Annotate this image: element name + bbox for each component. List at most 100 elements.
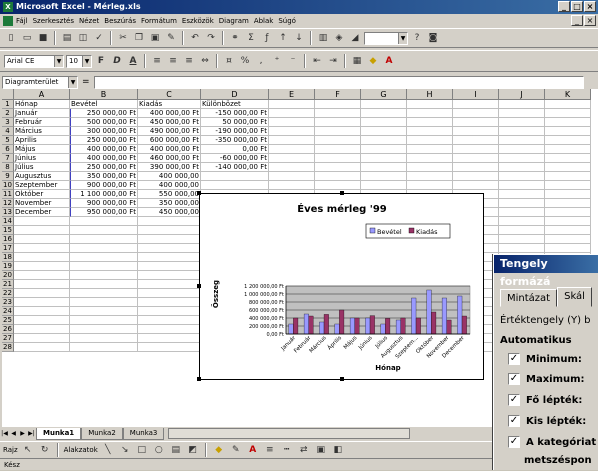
menu-file[interactable]: Fájl — [16, 17, 28, 25]
tab-pattern[interactable]: Mintázat — [500, 289, 558, 307]
table-cell[interactable] — [545, 136, 591, 145]
table-cell[interactable] — [453, 127, 499, 136]
table-cell[interactable] — [499, 208, 545, 217]
office-assistant-icon[interactable]: ◙ — [426, 31, 440, 45]
line-color-icon[interactable]: ✎ — [229, 443, 243, 457]
formula-equals-icon[interactable]: = — [82, 77, 90, 87]
resize-handle[interactable] — [197, 191, 201, 195]
open-icon[interactable]: ▭ — [20, 31, 34, 45]
table-cell[interactable] — [407, 172, 453, 181]
redo-icon[interactable]: ↷ — [204, 31, 218, 45]
table-cell[interactable] — [70, 217, 138, 226]
table-cell[interactable] — [70, 262, 138, 271]
excel-icon[interactable]: X — [3, 2, 13, 12]
table-cell[interactable] — [315, 145, 361, 154]
map-icon[interactable]: ◈ — [332, 31, 346, 45]
table-cell[interactable]: Október — [14, 190, 70, 199]
row-header[interactable]: 21 — [2, 280, 14, 289]
table-cell[interactable] — [315, 127, 361, 136]
table-cell[interactable]: Április — [14, 136, 70, 145]
fill-color-icon[interactable]: ◆ — [366, 54, 380, 68]
shadow-icon[interactable]: ▣ — [314, 443, 328, 457]
workbook-icon[interactable] — [3, 16, 13, 26]
table-cell[interactable] — [361, 118, 407, 127]
table-cell[interactable]: 250 000,00 Ft — [70, 109, 138, 118]
table-cell[interactable] — [407, 181, 453, 190]
table-cell[interactable] — [545, 190, 591, 199]
sort-desc-icon[interactable]: ↓ — [292, 31, 306, 45]
table-cell[interactable]: 300 000,00 Ft — [70, 127, 138, 136]
table-cell[interactable]: Március — [14, 127, 70, 136]
close-button[interactable]: × — [584, 1, 596, 12]
maximum-checkbox[interactable]: ✓ Maximum: — [508, 373, 585, 385]
table-cell[interactable] — [315, 100, 361, 109]
table-cell[interactable] — [70, 280, 138, 289]
table-cell[interactable]: Hónap — [14, 100, 70, 109]
table-cell[interactable] — [545, 118, 591, 127]
table-cell[interactable] — [499, 217, 545, 226]
table-cell[interactable]: Különbözet — [201, 100, 269, 109]
table-cell[interactable] — [14, 334, 70, 343]
table-cell[interactable] — [269, 109, 315, 118]
table-cell[interactable] — [269, 100, 315, 109]
table-cell[interactable] — [14, 244, 70, 253]
table-cell[interactable] — [269, 181, 315, 190]
rectangle-icon[interactable]: □ — [135, 443, 149, 457]
table-cell[interactable] — [14, 280, 70, 289]
table-cell[interactable] — [70, 289, 138, 298]
table-cell[interactable] — [407, 109, 453, 118]
line-icon[interactable]: ╲ — [101, 443, 115, 457]
table-cell[interactable] — [14, 217, 70, 226]
table-cell[interactable] — [407, 118, 453, 127]
table-cell[interactable] — [499, 145, 545, 154]
category-crosses-checkbox[interactable]: ✓ A kategóriat — [508, 436, 596, 448]
arrow-style-icon[interactable]: ⇄ — [297, 443, 311, 457]
row-header[interactable]: 9 — [2, 172, 14, 181]
row-header[interactable]: 26 — [2, 325, 14, 334]
increase-decimal-icon[interactable]: ⁺ — [270, 54, 284, 68]
table-cell[interactable] — [499, 172, 545, 181]
table-cell[interactable]: -150 000,00 Ft — [201, 109, 269, 118]
table-cell[interactable] — [545, 208, 591, 217]
row-header[interactable]: 27 — [2, 334, 14, 343]
table-cell[interactable] — [499, 181, 545, 190]
table-cell[interactable]: -60 000,00 Ft — [201, 154, 269, 163]
table-cell[interactable] — [70, 226, 138, 235]
table-cell[interactable]: Május — [14, 145, 70, 154]
table-cell[interactable] — [14, 226, 70, 235]
table-cell[interactable] — [499, 244, 545, 253]
table-cell[interactable] — [14, 289, 70, 298]
table-cell[interactable] — [499, 235, 545, 244]
table-cell[interactable] — [14, 298, 70, 307]
resize-handle[interactable] — [197, 284, 201, 288]
formula-input[interactable] — [93, 75, 584, 89]
table-cell[interactable] — [407, 127, 453, 136]
font-color-icon[interactable]: A — [382, 54, 396, 68]
table-cell[interactable] — [70, 343, 138, 352]
zoom-select[interactable]: ▼ — [364, 31, 408, 45]
menu-insert[interactable]: Beszúrás — [104, 17, 136, 25]
menu-format[interactable]: Formátum — [141, 17, 177, 25]
free-rotate-icon[interactable]: ↻ — [38, 443, 52, 457]
resize-handle[interactable] — [197, 377, 201, 381]
font-size-select[interactable]: 10 ▼ — [66, 54, 92, 68]
table-cell[interactable] — [70, 307, 138, 316]
table-cell[interactable] — [361, 109, 407, 118]
sheet-tab-munka1[interactable]: Munka1 — [36, 427, 82, 440]
table-cell[interactable]: 350 000,00 Ft — [70, 172, 138, 181]
table-cell[interactable] — [453, 100, 499, 109]
paste-icon[interactable]: ▣ — [148, 31, 162, 45]
major-unit-checkbox[interactable]: ✓ Fő lépték: — [508, 394, 582, 406]
table-cell[interactable] — [138, 235, 201, 244]
row-header[interactable]: 12 — [2, 199, 14, 208]
table-cell[interactable] — [269, 118, 315, 127]
table-cell[interactable]: 450 000,00 — [138, 208, 201, 217]
row-header[interactable]: 17 — [2, 244, 14, 253]
menu-window[interactable]: Ablak — [254, 17, 274, 25]
row-header[interactable]: 20 — [2, 271, 14, 280]
table-cell[interactable] — [138, 334, 201, 343]
row-header[interactable]: 23 — [2, 298, 14, 307]
last-sheet-icon[interactable]: ▶| — [27, 430, 36, 437]
table-cell[interactable] — [138, 271, 201, 280]
table-cell[interactable] — [545, 154, 591, 163]
